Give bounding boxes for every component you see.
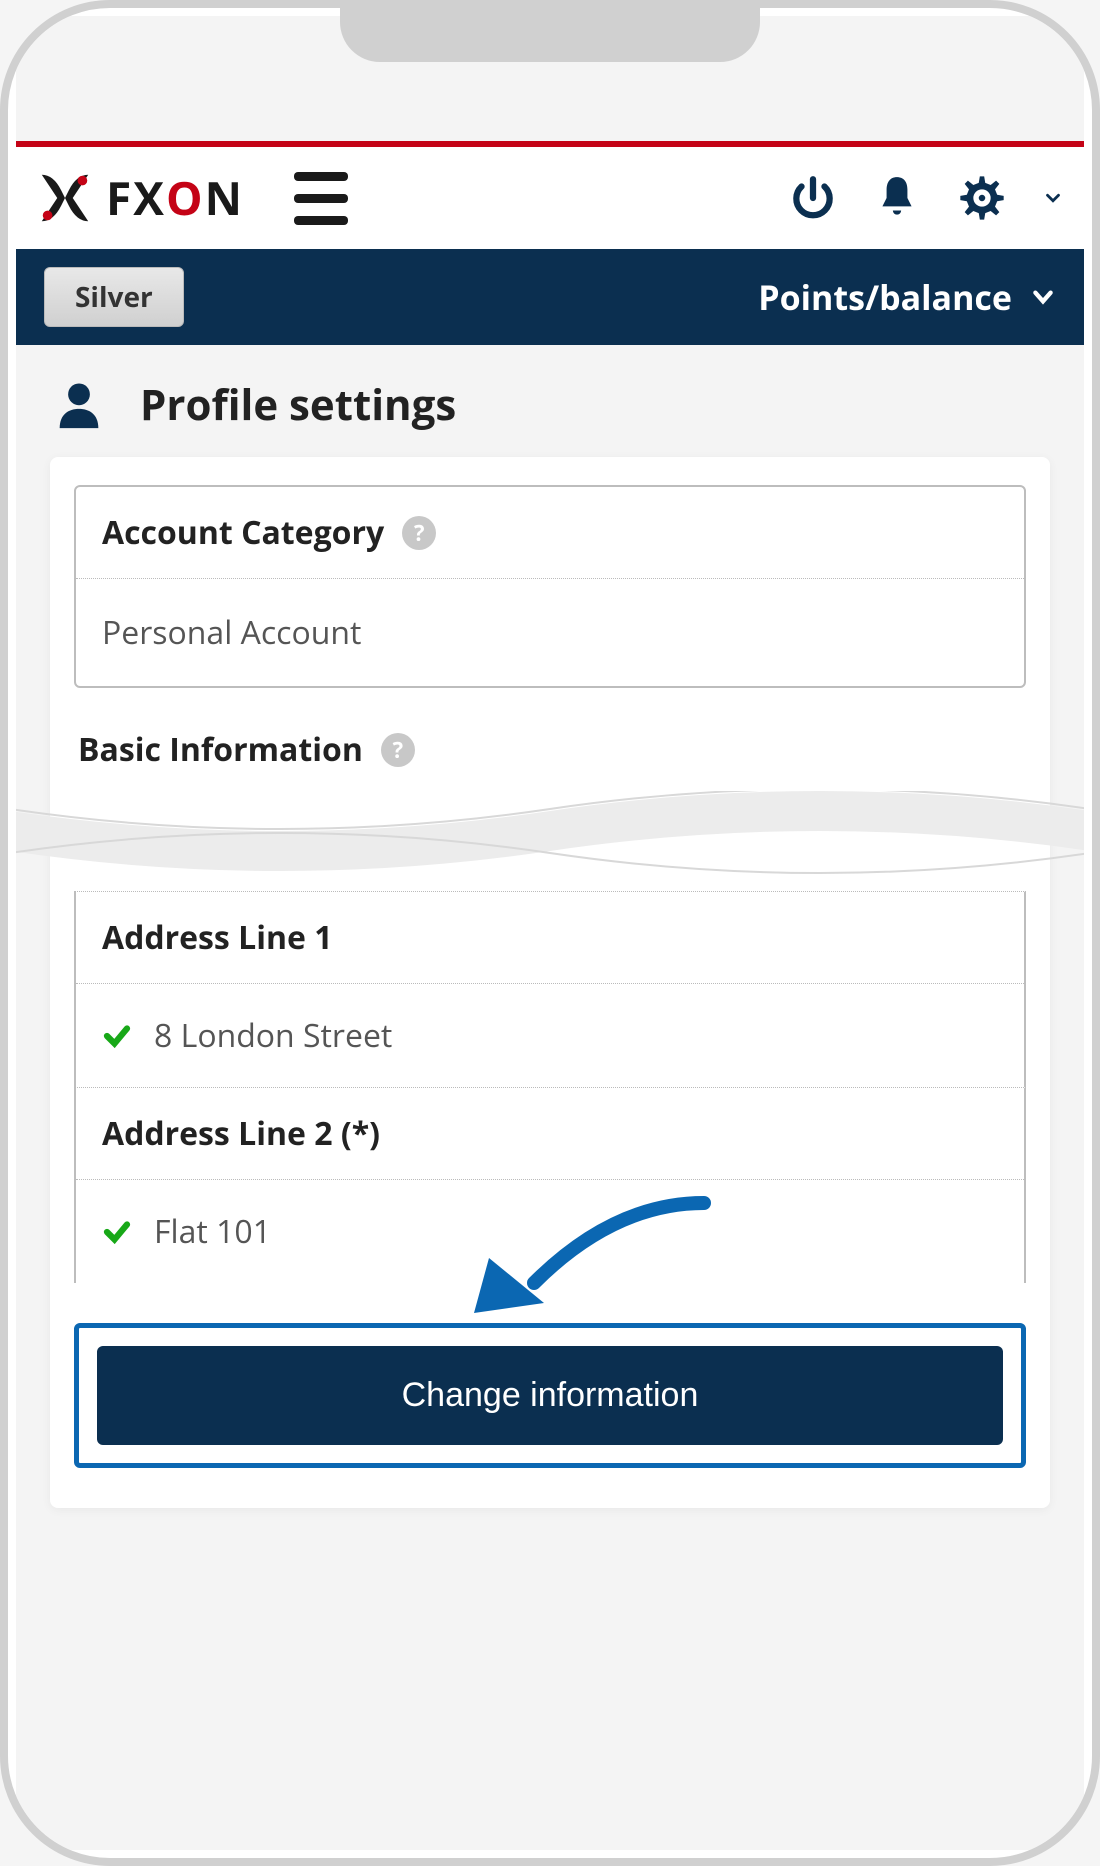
points-balance-label: Points/balance [758, 274, 1012, 320]
help-icon[interactable]: ? [402, 516, 436, 550]
user-icon [50, 375, 108, 433]
phone-notch [340, 8, 760, 62]
menu-button[interactable] [294, 172, 348, 225]
address-line-1-row: Address Line 1 8 London Street [74, 891, 1026, 1087]
profile-card: Account Category ? Personal Account Basi… [50, 457, 1050, 1508]
tier-badge: Silver [44, 267, 184, 327]
account-category-label: Account Category [102, 511, 384, 554]
check-icon [102, 1217, 132, 1247]
cta-highlight: Change information [74, 1323, 1026, 1468]
chevron-down-icon [1030, 284, 1056, 310]
basic-info-header: Basic Information ? [74, 688, 1026, 791]
bell-icon[interactable] [872, 173, 922, 223]
power-icon[interactable] [788, 173, 838, 223]
address-line-2-value: Flat 101 [154, 1210, 271, 1253]
logo-text: FXON [106, 167, 244, 229]
top-bar: FXON [16, 147, 1084, 249]
brand-logo[interactable]: FXON [36, 167, 244, 229]
page-header: Profile settings [16, 345, 1084, 457]
sub-bar: Silver Points/balance [16, 249, 1084, 345]
check-icon [102, 1021, 132, 1051]
logo-mark-icon [36, 169, 94, 227]
account-category-section: Account Category ? Personal Account [74, 485, 1026, 688]
points-balance-toggle[interactable]: Points/balance [758, 274, 1056, 320]
chevron-down-icon[interactable] [1042, 187, 1064, 209]
basic-info-label: Basic Information [78, 728, 363, 771]
help-icon[interactable]: ? [381, 733, 415, 767]
address-line-2-label: Address Line 2 (*) [76, 1088, 1024, 1180]
page-title: Profile settings [140, 376, 456, 433]
change-information-button[interactable]: Change information [97, 1346, 1003, 1445]
address-line-1-label: Address Line 1 [76, 892, 1024, 984]
account-category-value: Personal Account [76, 579, 1024, 686]
gear-icon[interactable] [956, 172, 1008, 224]
address-line-2-row: Address Line 2 (*) Flat 101 [74, 1087, 1026, 1283]
address-line-1-value: 8 London Street [154, 1014, 392, 1057]
content-gap-decoration [50, 791, 1050, 891]
